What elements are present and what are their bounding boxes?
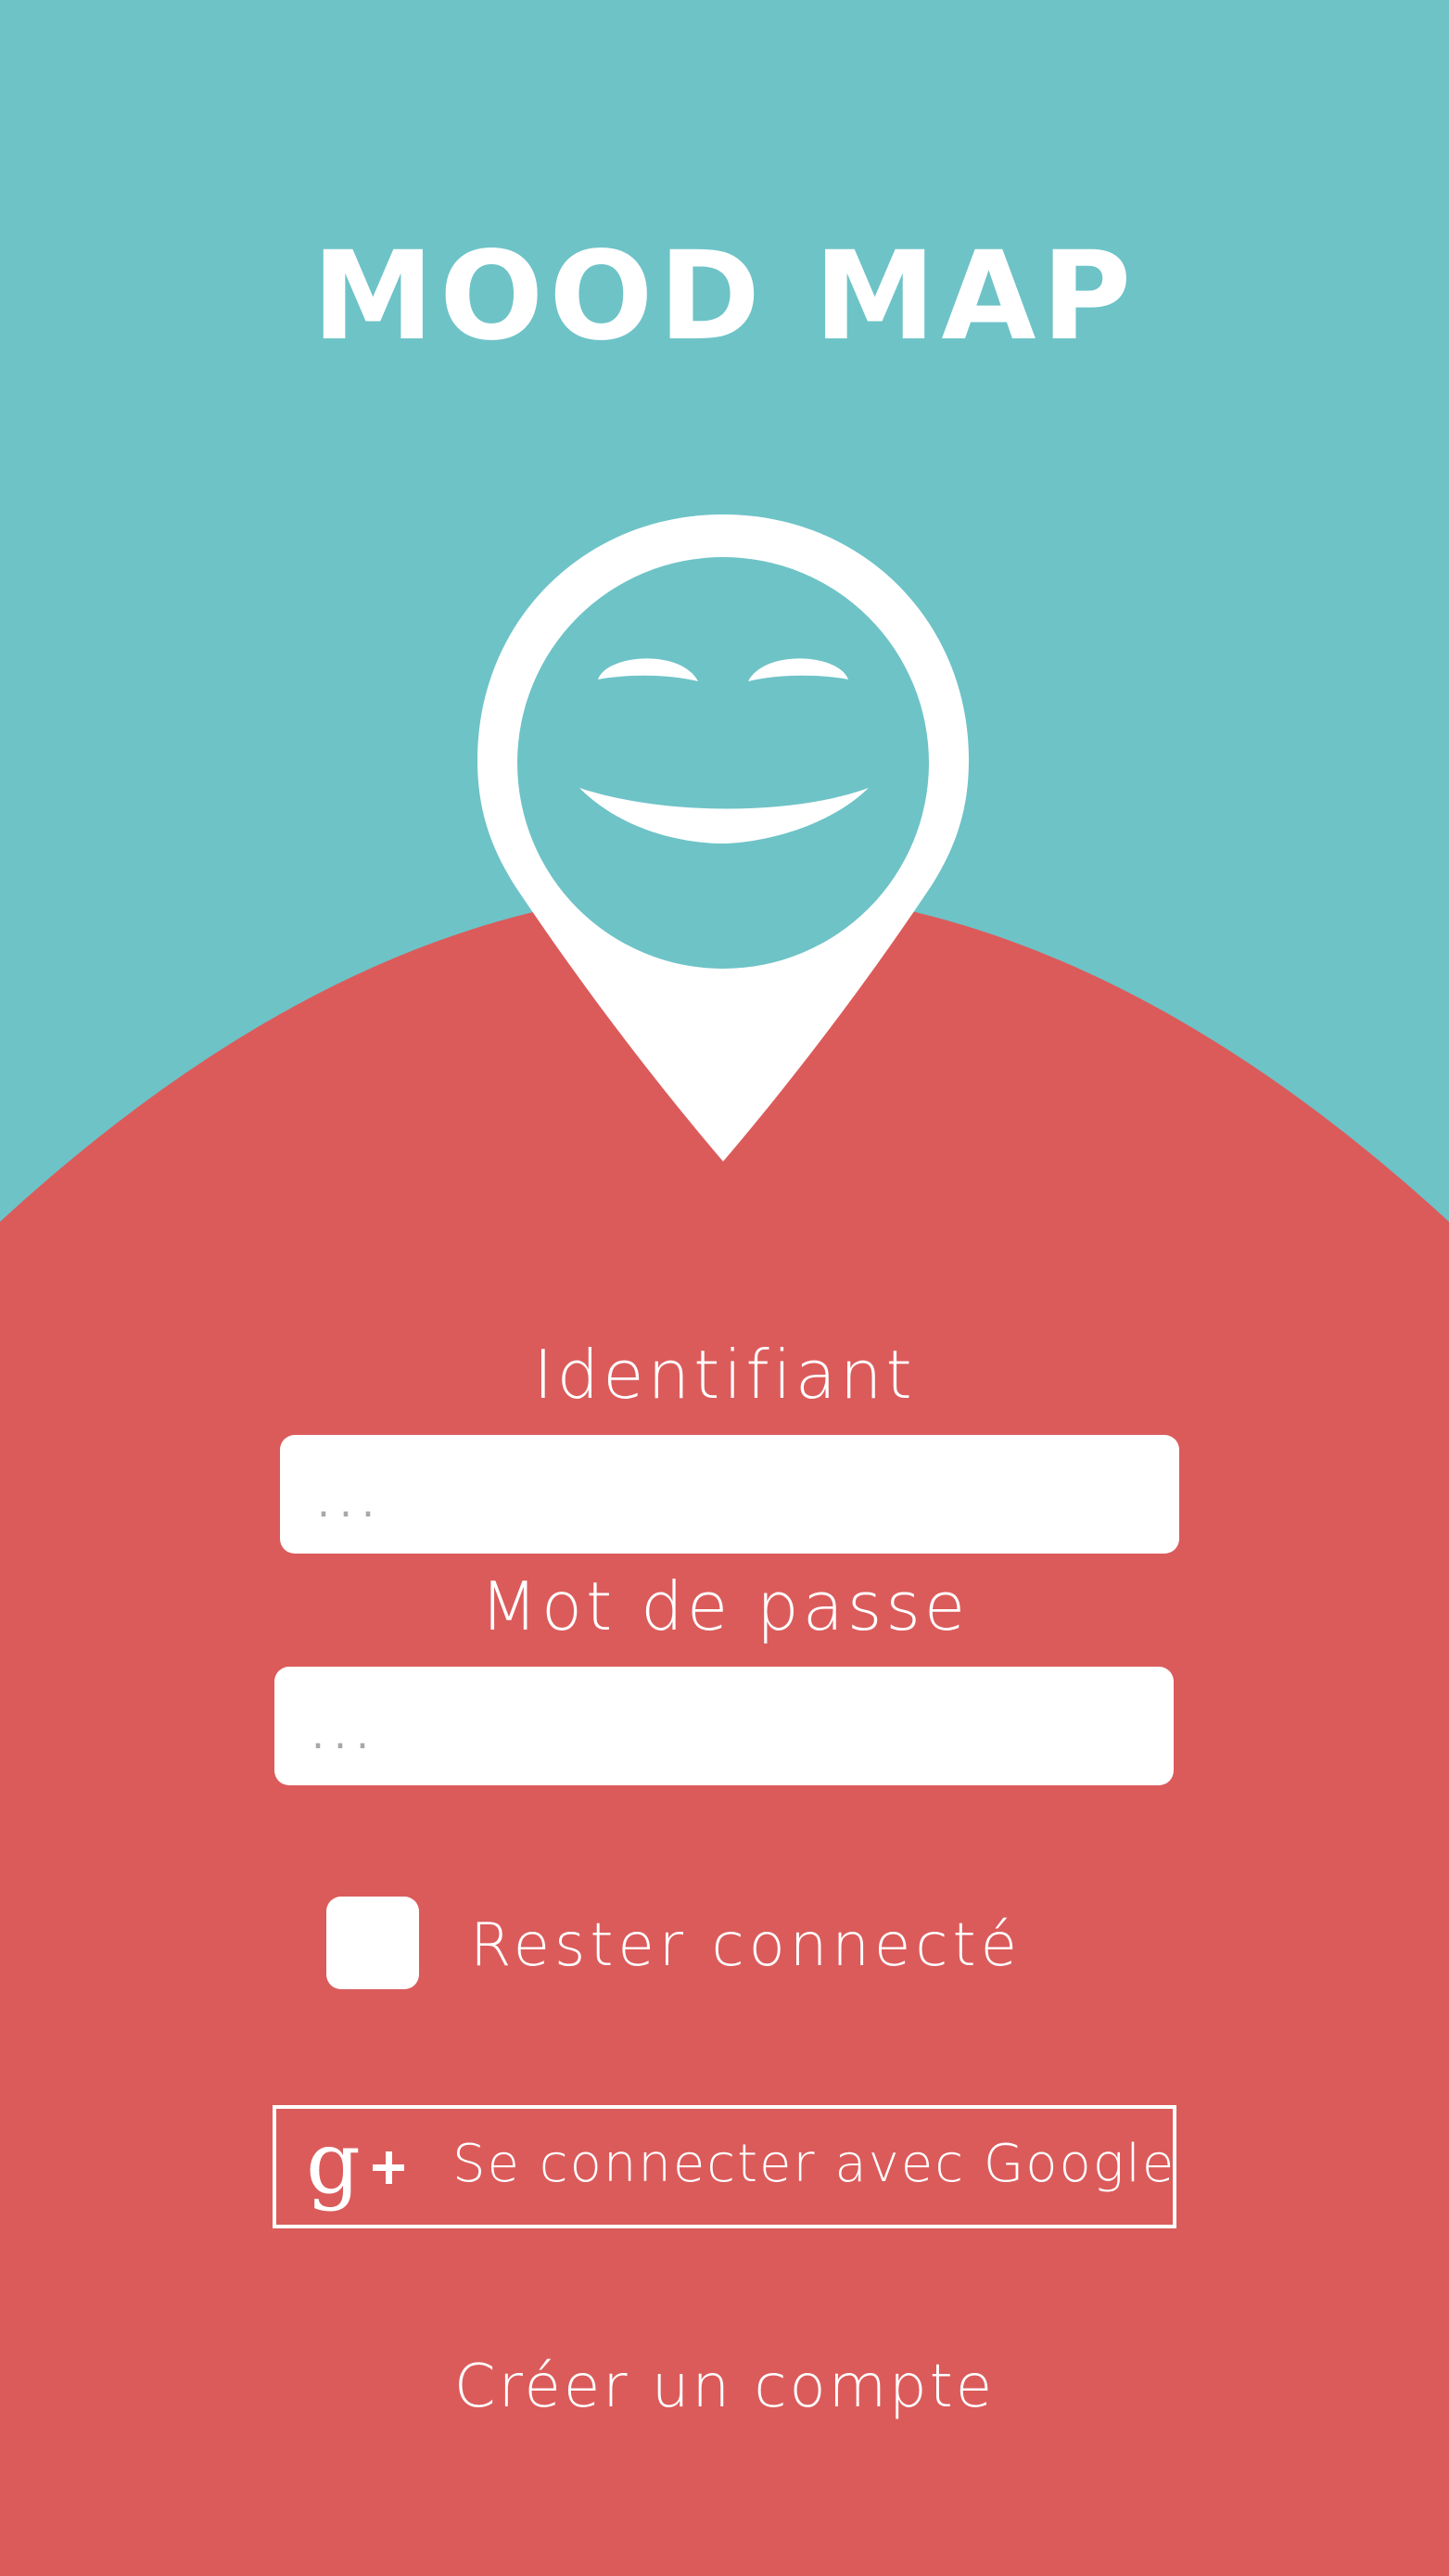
identifier-label: Identifiant — [533, 1336, 916, 1414]
identifier-input[interactable] — [315, 1435, 1144, 1554]
remember-me-label[interactable]: Rester connecté — [470, 1904, 1022, 1987]
google-plus-icon: g — [306, 2120, 404, 2213]
remember-me-checkbox[interactable] — [326, 1897, 419, 1989]
app-title: MOOD MAP — [311, 225, 1138, 368]
svg-text:g: g — [306, 2120, 361, 2213]
smiling-map-pin-icon — [477, 514, 969, 1161]
create-account-link[interactable]: Créer un compte — [0, 2345, 1449, 2429]
identifier-field-container — [280, 1435, 1179, 1554]
login-screen: MOOD MAP Identifiant Mot de passe Rester… — [0, 0, 1449, 2576]
google-sign-in-button[interactable]: g Se connecter avec Google — [273, 2105, 1176, 2228]
password-label: Mot de passe — [479, 1567, 970, 1645]
google-sign-in-label: Se connecter avec Google — [452, 2134, 1176, 2194]
password-input[interactable] — [310, 1667, 1138, 1785]
password-field-container — [274, 1667, 1174, 1785]
